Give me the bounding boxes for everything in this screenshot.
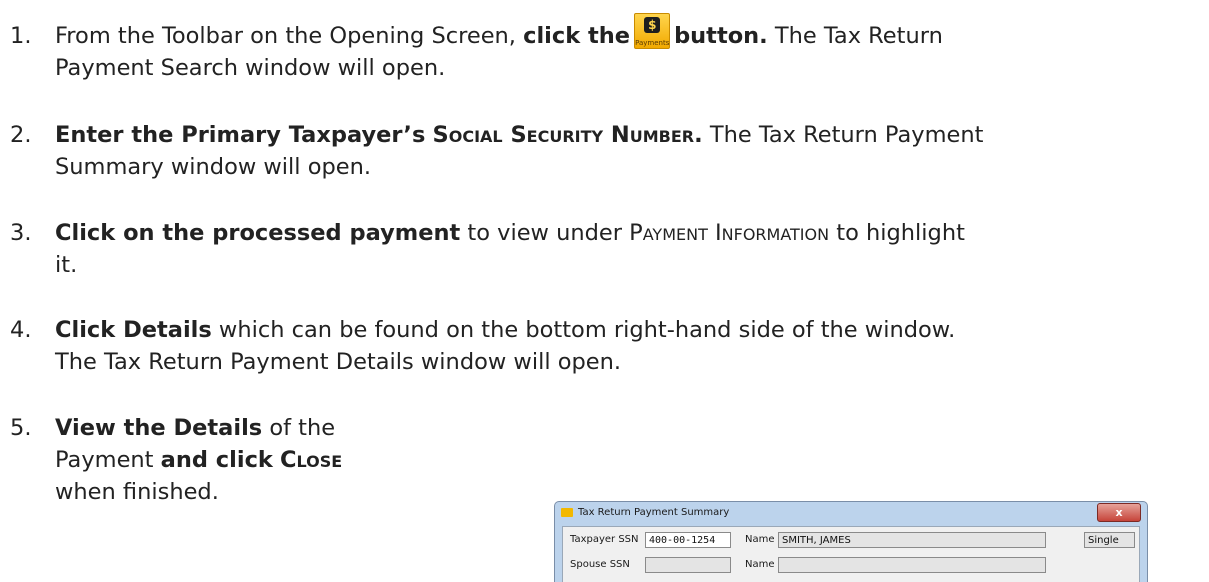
step-text: The Tax Return <box>774 23 943 49</box>
step-text: which can be found on the bottom right-h… <box>218 317 956 343</box>
step-emphasis: click the <box>523 23 631 49</box>
step-text: to highlight <box>836 220 965 246</box>
spouse-name-field <box>778 557 1046 573</box>
step-number: 2. <box>10 122 32 148</box>
payments-button: Payments <box>634 13 671 49</box>
step-4-line-1: Click Details which can be found on the … <box>55 314 1155 346</box>
step-4-line-2: The Tax Return Payment Details window wi… <box>55 349 622 375</box>
step-smallcaps: Payment Information <box>629 220 830 246</box>
step-1-line-1: From the Toolbar on the Opening Screen, … <box>55 13 1155 52</box>
step-number: 5. <box>10 415 32 441</box>
step-emphasis: Click Details <box>55 317 212 343</box>
step-emphasis: button. <box>674 23 768 49</box>
spouse-ssn-field[interactable] <box>645 557 731 573</box>
taxpayer-ssn-field[interactable]: 400-00-1254 <box>645 532 731 548</box>
step-number: 4. <box>10 317 32 343</box>
tax-return-payment-summary-window: Tax Return Payment Summary x Taxpayer SS… <box>554 501 1148 582</box>
taxpayer-name-label: Name <box>745 534 775 545</box>
spouse-ssn-label: Spouse SSN <box>570 559 630 570</box>
taxpayer-ssn-label: Taxpayer SSN <box>570 534 639 545</box>
step-emphasis: Enter the Primary Taxpayer’s <box>55 122 426 148</box>
step-1-line-2: Payment Search window will open. <box>55 55 446 81</box>
step-text: From the Toolbar on the Opening Screen, <box>55 23 516 49</box>
step-text: of the <box>269 415 336 441</box>
filing-status-field: Single <box>1084 532 1135 548</box>
step-emphasis: Click on the processed payment <box>55 220 461 246</box>
window-body: Taxpayer SSN 400-00-1254 Name SMITH, JAM… <box>562 526 1140 582</box>
step-emphasis: View the Details <box>55 415 263 441</box>
step-number: 1. <box>10 23 32 49</box>
spouse-name-label: Name <box>745 559 775 570</box>
step-5-line-2: Payment and click Close <box>55 444 1155 476</box>
payments-icon <box>644 17 661 33</box>
window-close-button[interactable]: x <box>1097 503 1141 522</box>
step-2-line-1: Enter the Primary Taxpayer’s Social Secu… <box>55 119 1155 151</box>
step-text: The Tax Return Payment <box>709 122 984 148</box>
window-title: Tax Return Payment Summary <box>578 507 730 518</box>
step-number: 3. <box>10 220 32 246</box>
payments-button-label: Payments <box>635 39 670 47</box>
window-titlebar: Tax Return Payment Summary x <box>555 502 1147 524</box>
step-2-line-2: Summary window will open. <box>55 154 372 180</box>
step-3-line-2: it. <box>55 252 78 278</box>
folder-icon <box>561 508 573 517</box>
step-5-line-1: View the Details of the <box>55 412 1155 444</box>
step-3-line-1: Click on the processed payment to view u… <box>55 217 1155 249</box>
step-emphasis-smallcaps: Social Security Number. <box>432 122 703 148</box>
step-text: to view under <box>467 220 622 246</box>
step-emphasis-smallcaps: Close <box>280 447 343 473</box>
step-text: Payment <box>55 447 154 473</box>
step-emphasis: and click <box>160 447 273 473</box>
taxpayer-name-field: SMITH, JAMES <box>778 532 1046 548</box>
